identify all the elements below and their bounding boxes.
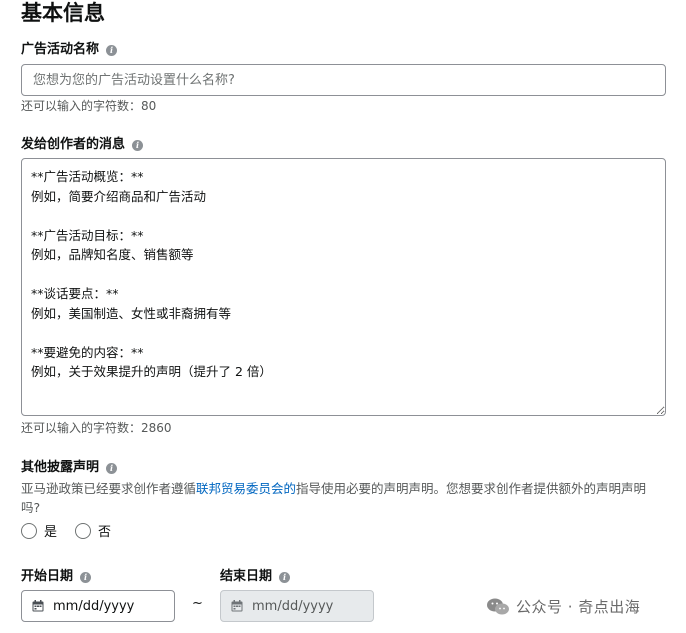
radio-yes[interactable] (21, 522, 37, 539)
disclosure-label: 其他披露声明 i (21, 459, 118, 477)
date-separator: ~ (192, 596, 203, 611)
disclosure-desc-text: 亚马逊政策已经要求创作者遵循 (21, 481, 197, 496)
creator-message-label: 发给创作者的消息 i (21, 136, 144, 154)
disclosure-radio-group: 是 否 (21, 521, 129, 540)
info-icon[interactable]: i (106, 44, 118, 56)
info-icon[interactable]: i (132, 139, 144, 151)
info-icon[interactable]: i (80, 571, 92, 583)
watermark-text: 公众号 · 奇点出海 (516, 598, 641, 616)
creator-message-label-text: 发给创作者的消息 (21, 137, 126, 152)
disclosure-description: 亚马逊政策已经要求创作者遵循联邦贸易委员会的指导使用必要的声明声明。您想要求创作… (21, 479, 661, 517)
watermark: 公众号 · 奇点出海 (486, 596, 640, 617)
calendar-icon (231, 600, 243, 612)
start-date-label-text: 开始日期 (21, 569, 74, 584)
creator-message-char-count: 还可以输入的字符数：2860 (21, 421, 172, 435)
radio-no-label[interactable]: 否 (98, 521, 111, 540)
end-date-label: 结束日期 i (220, 568, 291, 586)
campaign-name-label: 广告活动名称 i (21, 41, 118, 59)
creator-message-textarea[interactable] (21, 158, 666, 416)
start-date-placeholder: mm/dd/yyyy (53, 598, 135, 614)
disclosure-label-text: 其他披露声明 (21, 460, 100, 475)
wechat-icon (487, 598, 509, 614)
campaign-name-char-count: 还可以输入的字符数：80 (21, 99, 157, 113)
end-date-placeholder: mm/dd/yyyy (252, 598, 334, 614)
calendar-icon (32, 600, 44, 612)
info-icon[interactable]: i (279, 571, 291, 583)
radio-no[interactable] (75, 522, 92, 539)
start-date-input[interactable]: mm/dd/yyyy (21, 590, 175, 622)
campaign-name-label-text: 广告活动名称 (21, 42, 100, 57)
ftc-link[interactable]: 联邦贸易委员会的 (196, 481, 296, 496)
start-date-label: 开始日期 i (21, 568, 92, 586)
campaign-name-input[interactable] (21, 64, 666, 96)
info-icon[interactable]: i (106, 462, 118, 474)
radio-yes-label[interactable]: 是 (44, 521, 57, 540)
basic-info-form: 基本信息 广告活动名称 i 还可以输入的字符数：80 发给创作者的消息 i 还可… (0, 0, 686, 633)
end-date-label-text: 结束日期 (220, 569, 273, 584)
end-date-input[interactable]: mm/dd/yyyy (220, 590, 374, 622)
section-title: 基本信息 (21, 1, 105, 25)
